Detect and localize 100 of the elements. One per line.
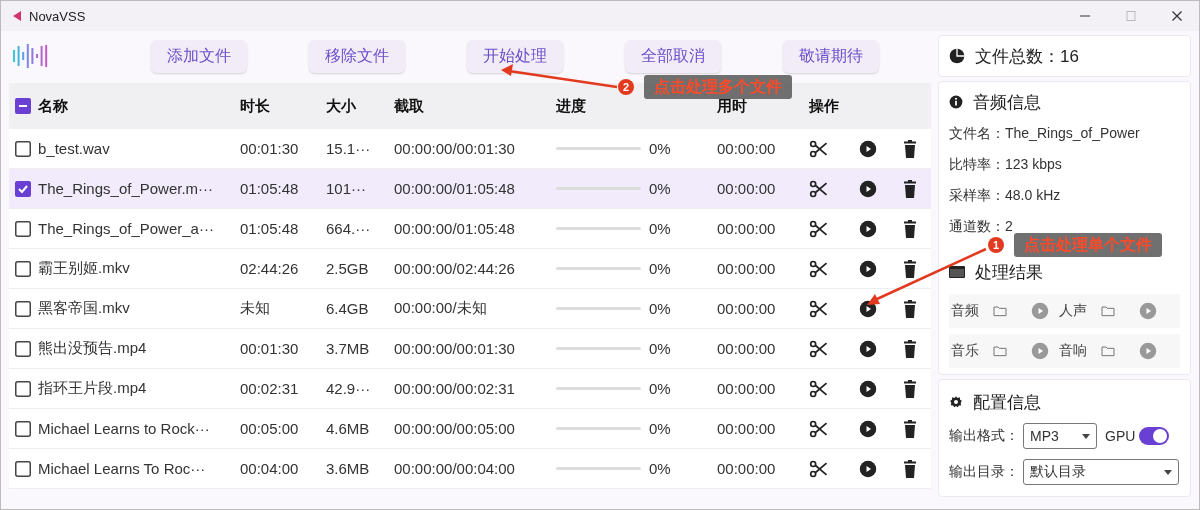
checkbox[interactable] [15,140,31,157]
file-row[interactable]: The_Rings_of_Power_a··· 01:05:48 664.··· 00:00:00/01:05:48 0% 00:00:00 [9,209,931,249]
size-text: 42.9··· [326,380,372,397]
file-row[interactable]: 霸王别姬.mkv 02:44:26 2.5GB 00:00:00/02:44:26 0% 00:00:00 [9,249,931,289]
file-row[interactable]: b_test.wav 00:01:30 15.1··· 00:00:00/00:01:30 0% 00:00:00 [9,129,931,169]
elapsed-text: 00:00:00 [717,460,777,477]
info-line: 文件名：The_Rings_of_Power [949,123,1141,143]
file-row[interactable]: Michael Learns To Roc··· 00:04:00 3.6MB 00:00:00/00:04:00 0% 00:00:00 [9,449,931,489]
file-row[interactable]: 指环王片段.mp4 00:02:31 42.9··· 00:00:00/00:02:31 0% 00:00:00 [9,369,931,409]
percent-text: 0% [649,260,672,277]
duration-text: 00:01:30 [240,140,300,157]
toolbar-button[interactable]: 敬请期待 [783,39,879,73]
toolbar-button[interactable]: 全部取消 [625,39,721,73]
checkbox[interactable] [15,300,31,317]
toolbar-button[interactable]: 开始处理 [467,39,563,73]
scissors-icon[interactable] [809,258,829,279]
hint-tooltip: 点击处理单个文件 [1014,233,1162,257]
play-icon[interactable] [859,139,877,158]
scissors-icon[interactable] [809,418,829,439]
caret-icon [1082,433,1090,439]
checkbox[interactable] [15,220,31,237]
folder-icon[interactable] [1099,343,1117,359]
play-icon[interactable] [859,379,877,398]
info-line: 采样率：48.0 kHz [949,185,1062,205]
file-count-text: 文件总数：16 [975,45,1079,68]
folder-icon[interactable] [1099,303,1117,319]
size-text: 6.4GB [326,300,370,317]
format-select[interactable]: MP3 [1023,423,1097,449]
elapsed-text: 00:00:00 [717,220,777,237]
play-icon[interactable] [859,259,877,278]
trash-icon[interactable] [903,339,917,358]
scissors-icon[interactable] [809,458,829,479]
result-label: 音响 [1059,342,1088,360]
checkbox[interactable] [15,380,31,397]
size-text: 3.6MB [326,460,371,477]
trash-icon[interactable] [903,459,917,478]
column-header: 大小 [326,96,357,116]
trash-icon[interactable] [903,219,917,238]
folder-icon[interactable] [991,343,1009,359]
play-icon[interactable] [859,339,877,358]
scissors-icon[interactable] [809,338,829,359]
scissors-icon[interactable] [809,298,829,319]
size-text: 664.··· [326,220,372,237]
percent-text: 0% [649,220,672,237]
clip-range-text: 00:00:00/00:01:30 [394,140,516,157]
checkbox[interactable] [15,340,31,357]
info-icon [949,95,963,109]
file-row[interactable]: Michael Learns to Rock··· 00:05:00 4.6MB 00:00:00/00:05:00 0% 00:00:00 [9,409,931,449]
hint-tooltip: 点击处理多个文件 [644,75,792,99]
pie-chart-icon [949,48,965,64]
scissors-icon[interactable] [809,178,829,199]
checkbox[interactable] [15,180,31,197]
percent-text: 0% [649,300,672,317]
scissors-icon[interactable] [809,138,829,159]
trash-icon[interactable] [903,139,917,158]
trash-icon[interactable] [903,419,917,438]
result-label: 音乐 [951,342,980,360]
duration-text: 00:02:31 [240,380,300,397]
elapsed-text: 00:00:00 [717,140,777,157]
duration-text: 02:44:26 [240,260,300,277]
close-button[interactable] [1171,10,1183,22]
duration-text: 01:05:48 [240,180,300,197]
size-text: 3.7MB [326,340,371,357]
duration-text: 00:04:00 [240,460,300,477]
directory-select[interactable]: 默认目录 [1023,459,1179,485]
result-label: 人声 [1059,302,1088,320]
file-name: Michael Learns to Rock··· [38,420,211,437]
trash-icon[interactable] [903,259,917,278]
elapsed-text: 00:00:00 [717,300,777,317]
column-header: 操作 [809,96,840,116]
file-row[interactable]: 黑客帝国.mkv 未知 6.4GB 00:00:00/未知 0% 00:00:00 [9,289,931,329]
play-icon[interactable] [859,219,877,238]
settings-icon [949,395,963,409]
trash-icon[interactable] [903,299,917,318]
play-icon[interactable] [859,419,877,438]
play-icon[interactable] [859,459,877,478]
size-text: 101··· [326,180,367,197]
gpu-toggle[interactable] [1139,427,1170,445]
trash-icon[interactable] [903,179,917,198]
checkbox[interactable] [15,260,31,277]
scissors-icon[interactable] [809,218,829,239]
scissors-icon[interactable] [809,378,829,399]
section-title: 配置信息 [973,391,1041,414]
elapsed-text: 00:00:00 [717,420,777,437]
trash-icon[interactable] [903,379,917,398]
clip-range-text: 00:00:00/00:05:00 [394,420,516,437]
checkbox[interactable] [15,420,31,437]
toolbar-button[interactable]: 添加文件 [151,39,247,73]
play-icon[interactable] [859,179,877,198]
clip-range-text: 00:00:00/未知 [394,299,488,318]
info-line: 比特率：123 kbps [949,154,1063,174]
duration-text: 00:01:30 [240,340,300,357]
folder-icon[interactable] [991,303,1009,319]
checkbox[interactable] [15,98,31,114]
file-row[interactable]: The_Rings_of_Power.m··· 01:05:48 101··· 00:00:00/01:05:48 0% 00:00:00 [9,169,931,209]
checkbox[interactable] [15,460,31,477]
step-badge: 2 [618,79,634,95]
toolbar-button[interactable]: 移除文件 [309,39,405,73]
elapsed-text: 00:00:00 [717,380,777,397]
file-row[interactable]: 熊出没预告.mp4 00:01:30 3.7MB 00:00:00/00:01:30 0% 00:00:00 [9,329,931,369]
